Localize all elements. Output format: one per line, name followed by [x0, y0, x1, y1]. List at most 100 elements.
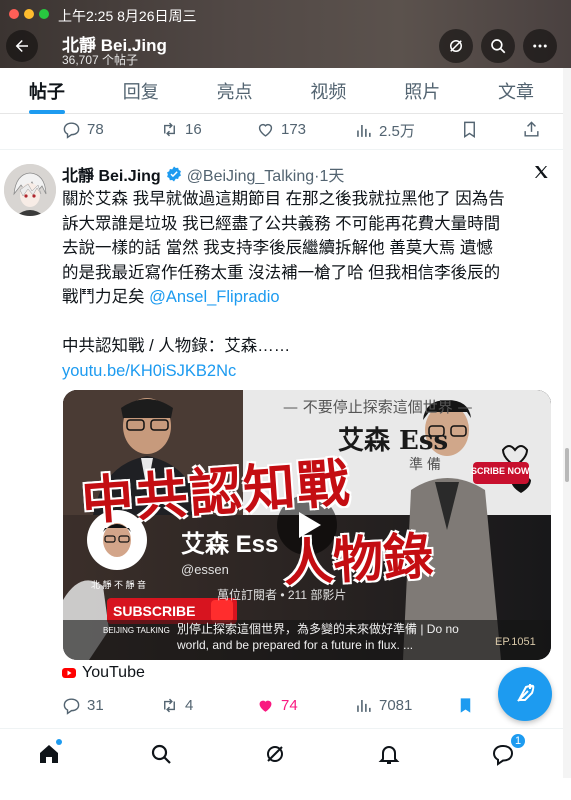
reply-count: 31: [87, 697, 104, 714]
compose-feather-icon: [517, 684, 535, 702]
search-icon: [491, 39, 506, 54]
more-dots-icon: [533, 44, 547, 48]
tab-replies[interactable]: 回复: [123, 68, 159, 114]
bookmark-filled-icon: [460, 698, 471, 713]
author-name[interactable]: 北靜 Bei.Jing: [62, 162, 161, 186]
subscribe-now-badge: SCRIBE NOW: [471, 466, 530, 476]
window-controls[interactable]: [9, 9, 49, 19]
nav-search[interactable]: [148, 741, 174, 767]
tab-posts[interactable]: 帖子: [28, 68, 65, 114]
share-button[interactable]: [522, 120, 541, 139]
grok-button[interactable]: [439, 29, 473, 63]
bottom-safe-area: [0, 778, 571, 800]
status-time: 上午2:25 8月26日周三: [58, 8, 197, 24]
video-top-caption: — 不要停止探索這個世界 —: [283, 398, 473, 416]
grok-icon: [267, 746, 283, 762]
home-icon: [40, 745, 58, 763]
scrollbar[interactable]: [563, 68, 571, 778]
reply-button[interactable]: 31: [62, 696, 104, 715]
search-button[interactable]: [481, 29, 515, 63]
author-handle-time[interactable]: @BeiJing_Talking·1天: [187, 162, 345, 186]
profile-banner-header: 上午2:25 8月26日周三 北靜 Bei.Jing 36,707 个帖子: [0, 0, 571, 68]
subscribe-label: SUBSCRIBE: [113, 603, 196, 619]
reply-icon: [63, 122, 80, 139]
nav-notifications[interactable]: [376, 741, 402, 767]
x-logo-icon: [535, 166, 548, 178]
nav-messages[interactable]: 1: [490, 733, 526, 767]
views-button[interactable]: 2.5万: [354, 120, 415, 141]
scrollbar-thumb[interactable]: [565, 448, 569, 482]
like-count: 173: [281, 121, 307, 138]
nav-grok[interactable]: [262, 741, 288, 767]
repost-button[interactable]: 4: [160, 696, 193, 715]
video-title-sub: 人物錄: [281, 528, 435, 592]
like-button[interactable]: 74: [256, 696, 298, 715]
more-button[interactable]: [523, 29, 557, 63]
tweet-line-last: 戰鬥力足矣 @Ansel_Flipradio: [62, 285, 552, 310]
mention-link[interactable]: @Ansel_Flipradio: [149, 288, 279, 306]
avatar[interactable]: [4, 164, 56, 216]
source-label: YouTube: [82, 664, 145, 681]
tweet-header: 北靜 Bei.Jing @BeiJing_Talking·1天: [62, 162, 344, 186]
tweet-line: 去說一樣的話 當然 我支持李後辰繼續拆解他 善莫大焉 遺憾: [62, 239, 493, 257]
views-chart-icon: [357, 699, 371, 712]
maximize-dot-icon[interactable]: [39, 9, 49, 19]
youtube-link[interactable]: youtu.be/KH0iSJKB2Nc: [62, 359, 552, 384]
home-dot-badge: [56, 739, 62, 745]
tweet[interactable]: 北靜 Bei.Jing @BeiJing_Talking·1天 關於艾森 我早就…: [0, 150, 563, 728]
channel-handle: @essen: [181, 562, 229, 577]
youtube-icon: [62, 668, 76, 678]
heart-filled-icon: [259, 700, 272, 712]
back-button[interactable]: [6, 30, 38, 62]
previous-tweet-actions: 78 16 173 2.5万: [0, 114, 563, 150]
tweet-line: 關於艾森 我早就做過這期節目 在那之後我就拉黑他了 因為告: [62, 190, 505, 208]
anime-avatar-image: [4, 164, 56, 216]
tweet-text: 關於艾森 我早就做過這期節目 在那之後我就拉黑他了 因為告 訴大眾誰是垃圾 我已…: [62, 187, 552, 383]
views-chart-icon: [357, 124, 371, 137]
bookmark-button[interactable]: [460, 120, 479, 139]
post-count: 36,707 个帖子: [62, 53, 139, 67]
tweet-line: 的是我最近寫作任務太重 沒法補一槍了哈 但我相信李後辰的: [62, 263, 501, 282]
reply-icon: [63, 698, 80, 715]
verified-badge-icon: [166, 166, 181, 182]
tab-articles[interactable]: 文章: [498, 68, 534, 114]
share-icon: [524, 121, 539, 137]
nav-home[interactable]: [36, 739, 62, 767]
tab-highlights[interactable]: 亮点: [217, 68, 253, 114]
source-youtube[interactable]: YouTube: [62, 664, 145, 682]
tab-videos[interactable]: 视频: [310, 68, 346, 114]
bottom-navigation: 1: [0, 728, 563, 778]
heart-icon: [258, 123, 273, 137]
repost-icon: [164, 122, 175, 137]
youtube-card[interactable]: — 不要停止探索這個世界 — 艾森 Ess 準 備 SCRIBE NOW 中共認…: [63, 390, 551, 660]
bookmark-icon: [464, 121, 475, 138]
tweet-line: 中共認知戰 / 人物錄：艾森……: [62, 337, 291, 355]
channel-desc: 別停止探索這個世界，為多變的未來做好準備 | Do no: [177, 622, 459, 636]
repost-icon: [164, 698, 175, 713]
channel-name: 艾森 Ess: [181, 531, 279, 558]
episode-badge: EP.1051: [495, 636, 536, 648]
tweet-line: 訴大眾誰是垃圾 我已經盡了公共義務 不可能再花費大量時間: [62, 214, 501, 233]
watermark-top: 北 靜 不 靜 音: [91, 580, 147, 590]
repost-button[interactable]: 16: [160, 120, 202, 139]
bookmark-button[interactable]: [456, 696, 475, 715]
like-button[interactable]: 173: [256, 120, 306, 139]
views-count: 2.5万: [379, 123, 415, 140]
views-count: 7081: [379, 697, 413, 714]
watermark-bottom: BEIJING TALKING: [103, 626, 170, 635]
x-logo-button[interactable]: [533, 164, 549, 185]
bell-icon: [378, 746, 400, 764]
repost-count: 16: [185, 121, 202, 138]
channel-subs: 萬位訂閱者 • 211 部影片: [217, 588, 347, 602]
tab-photos[interactable]: 照片: [404, 68, 440, 114]
reply-button[interactable]: 78: [62, 120, 104, 139]
views-button[interactable]: 7081: [354, 696, 412, 715]
minimize-dot-icon[interactable]: [24, 9, 34, 19]
tweet-line: 戰鬥力足矣: [62, 288, 150, 306]
compose-button[interactable]: [498, 667, 552, 721]
video-side-title: 艾森 Ess: [338, 426, 449, 456]
video-side-sub: 準 備: [409, 456, 441, 472]
close-dot-icon[interactable]: [9, 9, 19, 19]
like-count: 74: [281, 697, 298, 714]
messages-badge: 1: [510, 733, 526, 749]
